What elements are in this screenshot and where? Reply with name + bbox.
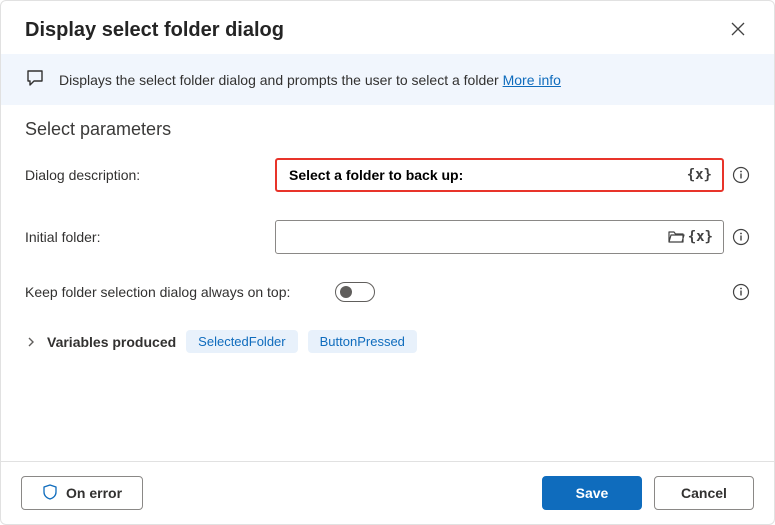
footer-right: Save Cancel bbox=[542, 476, 754, 510]
dialog-footer: On error Save Cancel bbox=[1, 461, 774, 524]
field-initial-folder: Initial folder: {x} bbox=[25, 220, 750, 254]
keep-on-top-toggle[interactable] bbox=[335, 282, 375, 302]
dialog-header: Display select folder dialog bbox=[1, 1, 774, 54]
variable-chip-button-pressed[interactable]: ButtonPressed bbox=[308, 330, 417, 353]
more-info-link[interactable]: More info bbox=[503, 72, 561, 88]
cancel-button[interactable]: Cancel bbox=[654, 476, 754, 510]
dialog-title: Display select folder dialog bbox=[25, 19, 284, 42]
section-title: Select parameters bbox=[25, 119, 750, 140]
info-icon[interactable] bbox=[732, 228, 750, 246]
dialog-description-label: Dialog description: bbox=[25, 166, 275, 184]
keep-on-top-label: Keep folder selection dialog always on t… bbox=[25, 283, 335, 301]
folder-browse-icon[interactable] bbox=[666, 229, 688, 245]
dialog-container: Display select folder dialog Displays th… bbox=[0, 0, 775, 525]
save-label: Save bbox=[576, 485, 609, 501]
initial-folder-input[interactable] bbox=[286, 228, 666, 246]
info-description: Displays the select folder dialog and pr… bbox=[59, 72, 499, 88]
close-icon bbox=[730, 25, 746, 40]
info-icon[interactable] bbox=[732, 283, 750, 301]
toggle-knob bbox=[340, 286, 352, 298]
dialog-description-input-wrapper: {x} bbox=[275, 158, 724, 192]
variables-produced-label: Variables produced bbox=[47, 334, 176, 350]
variable-chip-selected-folder[interactable]: SelectedFolder bbox=[186, 330, 297, 353]
info-bar: Displays the select folder dialog and pr… bbox=[1, 54, 774, 105]
field-keep-on-top: Keep folder selection dialog always on t… bbox=[25, 282, 750, 302]
initial-folder-input-wrapper: {x} bbox=[275, 220, 724, 254]
info-text: Displays the select folder dialog and pr… bbox=[59, 72, 561, 88]
content-area: Select parameters Dialog description: {x… bbox=[1, 105, 774, 461]
on-error-button[interactable]: On error bbox=[21, 476, 143, 510]
info-icon[interactable] bbox=[732, 166, 750, 184]
dialog-description-input[interactable] bbox=[287, 166, 687, 184]
chevron-right-icon[interactable] bbox=[25, 336, 37, 348]
variable-picker-icon[interactable]: {x} bbox=[688, 229, 713, 245]
cancel-label: Cancel bbox=[681, 485, 727, 501]
speech-bubble-icon bbox=[25, 68, 45, 91]
on-error-label: On error bbox=[66, 485, 122, 501]
field-dialog-description: Dialog description: {x} bbox=[25, 158, 750, 192]
close-button[interactable] bbox=[726, 17, 750, 44]
save-button[interactable]: Save bbox=[542, 476, 642, 510]
variable-picker-icon[interactable]: {x} bbox=[687, 167, 712, 183]
initial-folder-label: Initial folder: bbox=[25, 228, 275, 246]
variables-produced-row: Variables produced SelectedFolder Button… bbox=[25, 330, 750, 353]
shield-icon bbox=[42, 484, 58, 503]
